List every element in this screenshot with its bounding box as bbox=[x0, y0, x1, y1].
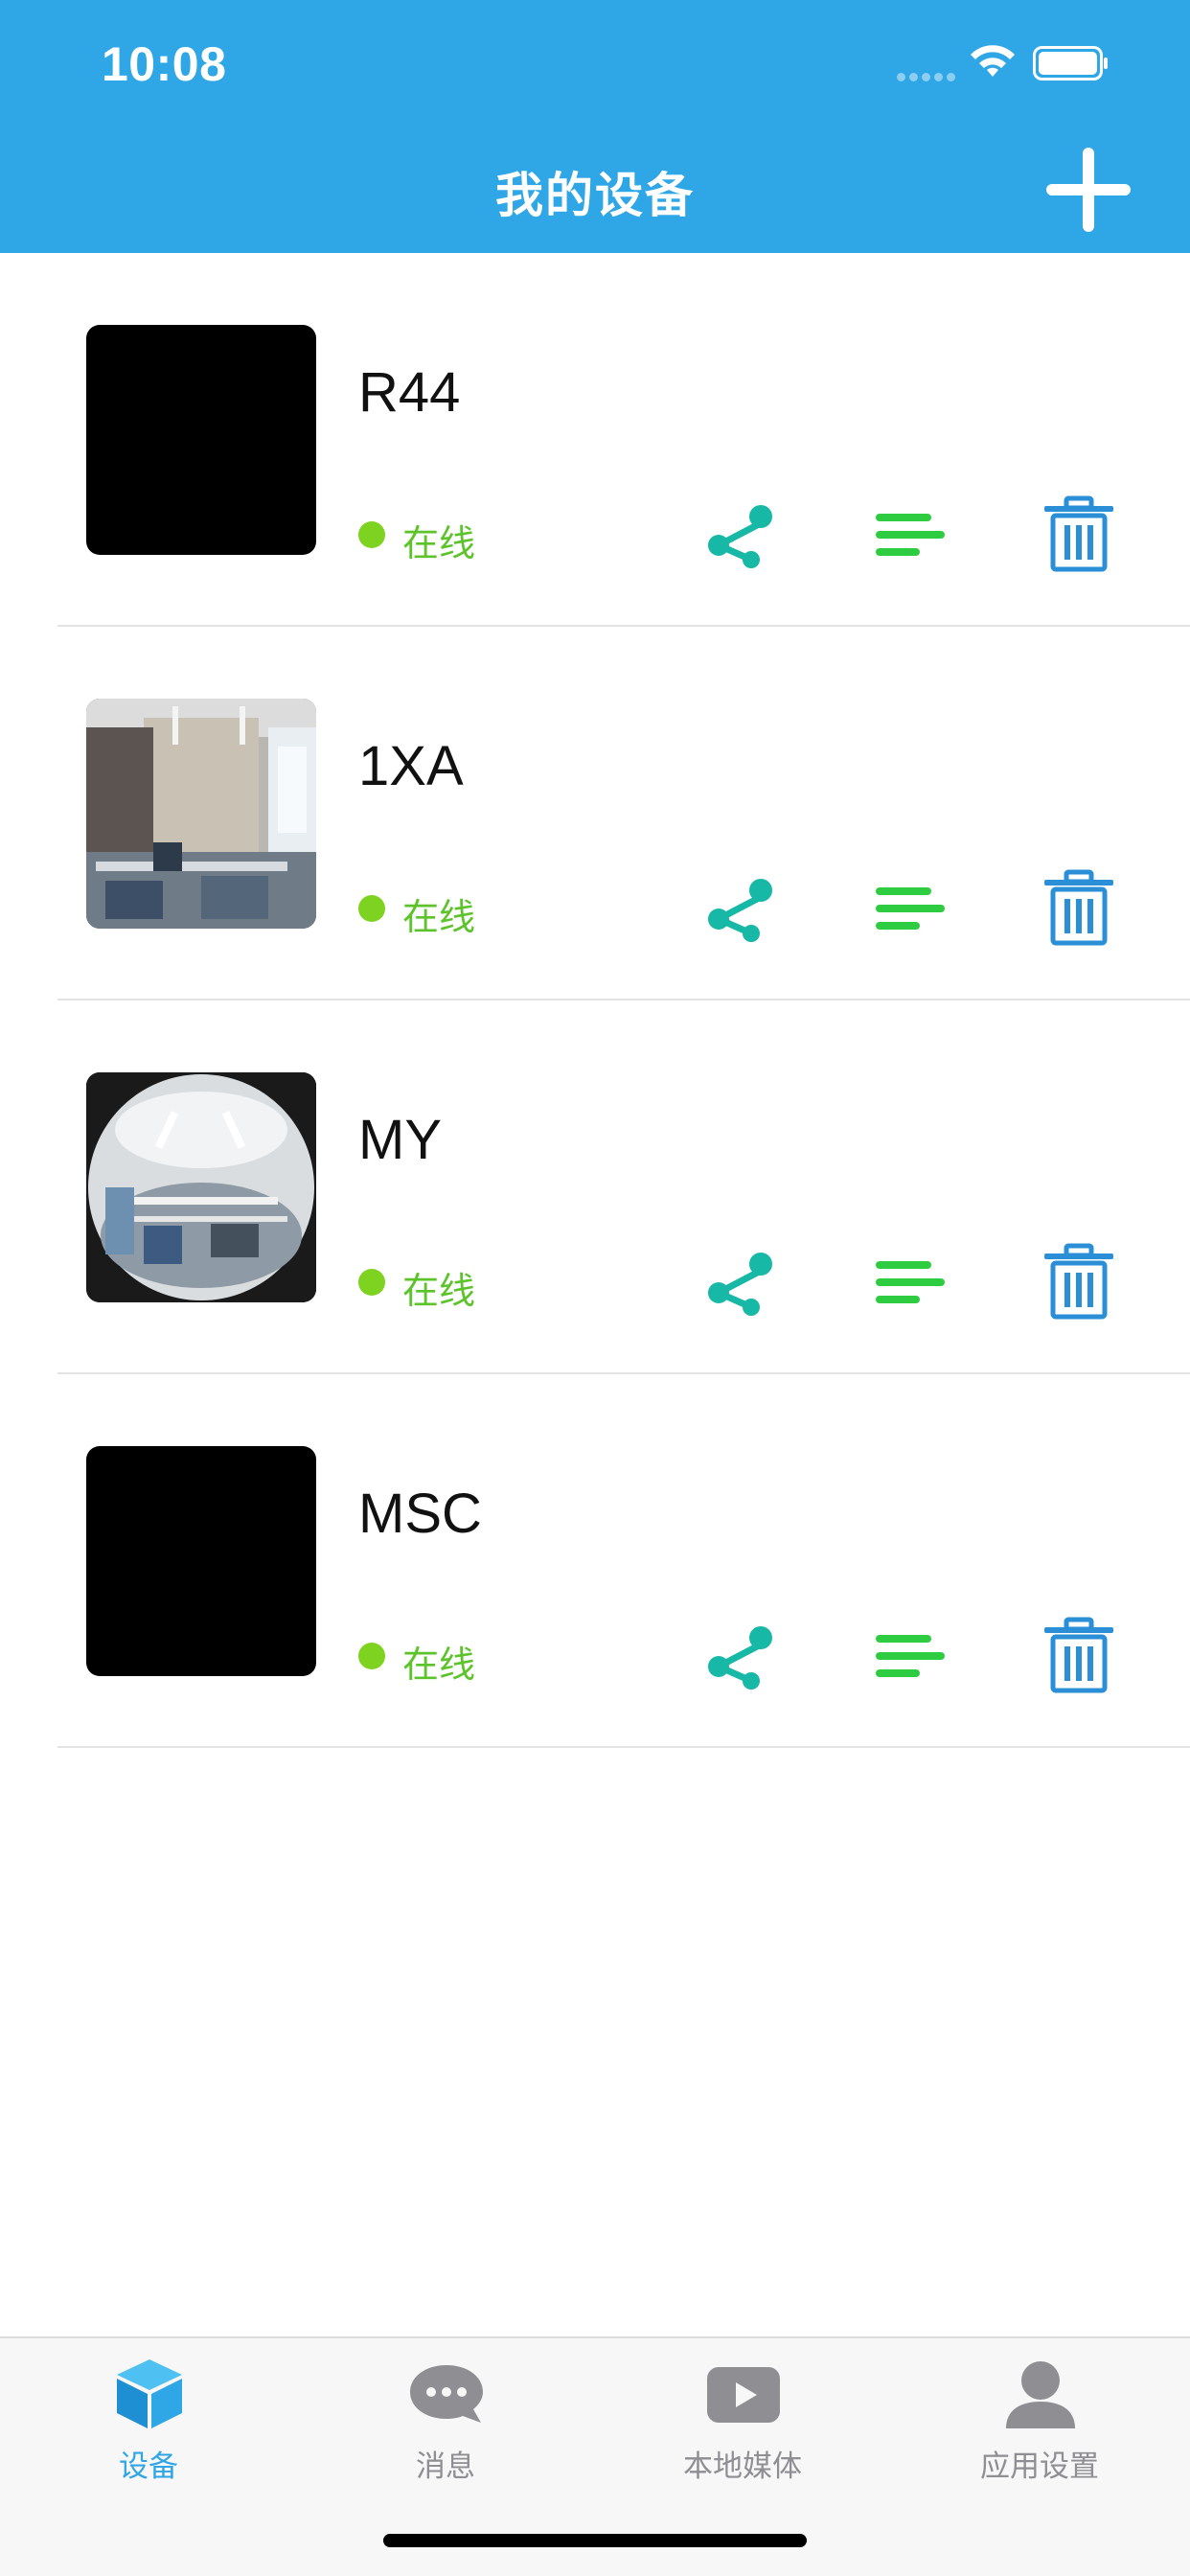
screen: 10:08 我的设备 R44 在线 1XA 在线 MY 在线 MSC 在线 设备… bbox=[0, 0, 1190, 2576]
cube-icon bbox=[117, 2359, 182, 2428]
tab-label: 设备 bbox=[119, 2450, 178, 2484]
device-thumbnail[interactable] bbox=[86, 325, 316, 555]
status-time: 10:08 bbox=[102, 37, 227, 91]
device-thumbnail[interactable] bbox=[86, 1072, 316, 1302]
online-status-dot bbox=[358, 1643, 385, 1669]
tab-label: 本地媒体 bbox=[683, 2450, 802, 2484]
device-thumbnail[interactable] bbox=[86, 1446, 316, 1676]
online-status-dot bbox=[358, 895, 385, 922]
wifi-icon bbox=[971, 45, 1015, 77]
delete-button[interactable] bbox=[1041, 1238, 1117, 1324]
home-indicator bbox=[383, 2534, 807, 2547]
tab-local-media[interactable]: 本地媒体 bbox=[594, 2338, 891, 2511]
list-button[interactable] bbox=[870, 496, 950, 573]
page-title: 我的设备 bbox=[495, 168, 695, 223]
add-device-button[interactable] bbox=[1044, 146, 1133, 234]
person-icon bbox=[1006, 2361, 1075, 2428]
device-row[interactable]: MY 在线 bbox=[57, 1000, 1190, 1374]
camera-snapshot-office bbox=[86, 699, 316, 929]
device-row[interactable]: MSC 在线 bbox=[57, 1374, 1190, 1748]
delete-button[interactable] bbox=[1041, 864, 1117, 951]
tab-label: 应用设置 bbox=[980, 2450, 1099, 2484]
camera-snapshot-fisheye bbox=[86, 1072, 316, 1302]
list-button[interactable] bbox=[870, 1244, 950, 1321]
delete-button[interactable] bbox=[1041, 491, 1117, 577]
device-thumbnail[interactable] bbox=[86, 699, 316, 929]
status-label: 在线 bbox=[402, 522, 476, 564]
device-list: R44 在线 1XA 在线 MY 在线 MSC 在线 bbox=[0, 253, 1190, 1748]
status-label: 在线 bbox=[402, 1644, 476, 1686]
list-button[interactable] bbox=[870, 1618, 950, 1694]
status-label: 在线 bbox=[402, 896, 476, 938]
device-name: MY bbox=[358, 1109, 442, 1171]
nav-bar: 10:08 我的设备 bbox=[0, 0, 1190, 253]
online-status-dot bbox=[358, 1269, 385, 1296]
tab-messages[interactable]: 消息 bbox=[297, 2338, 594, 2511]
cellular-signal-icon bbox=[897, 73, 955, 82]
delete-button[interactable] bbox=[1041, 1612, 1117, 1698]
tab-app-settings[interactable]: 应用设置 bbox=[891, 2338, 1188, 2511]
status-indicators bbox=[897, 38, 1127, 86]
share-button[interactable] bbox=[699, 1612, 786, 1698]
device-name: MSC bbox=[358, 1483, 482, 1545]
device-row[interactable]: R44 在线 bbox=[57, 253, 1190, 627]
status-label: 在线 bbox=[402, 1270, 476, 1312]
device-name: 1XA bbox=[358, 735, 464, 797]
list-button[interactable] bbox=[870, 870, 950, 947]
share-button[interactable] bbox=[699, 491, 786, 577]
online-status-dot bbox=[358, 521, 385, 548]
chat-bubble-icon bbox=[410, 2365, 483, 2423]
share-button[interactable] bbox=[699, 1238, 786, 1324]
device-row[interactable]: 1XA 在线 bbox=[57, 627, 1190, 1000]
device-name: R44 bbox=[358, 361, 461, 424]
share-button[interactable] bbox=[699, 864, 786, 951]
battery-icon bbox=[1033, 46, 1108, 80]
tab-devices[interactable]: 设备 bbox=[0, 2338, 297, 2511]
tab-label: 消息 bbox=[416, 2450, 475, 2484]
play-icon bbox=[707, 2367, 780, 2423]
